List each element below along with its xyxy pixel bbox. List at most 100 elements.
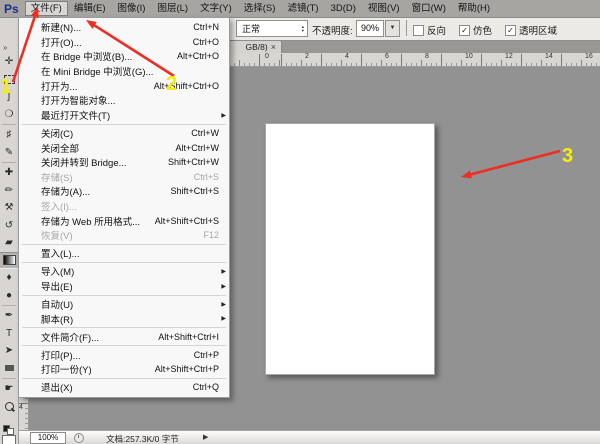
move-tool[interactable]: ✛ xyxy=(0,53,18,71)
file-menu-item-存储为 Web 所用格式...[interactable]: 存储为 Web 所用格式... Alt+Shift+Ctrl+S xyxy=(19,213,229,228)
menubar-item-窗口(W)[interactable]: 窗口(W) xyxy=(406,1,452,16)
lasso-tool[interactable]: ʃ xyxy=(0,88,18,106)
unchecked-checkbox-icon[interactable] xyxy=(413,24,424,36)
menubar-item-文件(F)[interactable]: 文件(F) xyxy=(24,1,68,16)
toolbar-separator xyxy=(2,162,16,163)
file-menu-item-打开为...[interactable]: 打开为... Alt+Shift+Ctrl+O xyxy=(19,78,229,93)
pen-tool[interactable]: ✒ xyxy=(0,307,18,325)
checkbox-透明区域[interactable]: ✓ 透明区域 xyxy=(505,23,557,37)
tab-close-icon[interactable]: × xyxy=(271,43,276,52)
dodge-tool[interactable]: ● xyxy=(0,287,18,305)
file-menu-item-在 Bridge 中浏览(B)...[interactable]: 在 Bridge 中浏览(B)... Alt+Ctrl+O xyxy=(19,49,229,64)
menubar-item-视图(V)[interactable]: 视图(V) xyxy=(362,1,406,16)
file-menu-item-导入(M)[interactable]: 导入(M) ▶ xyxy=(19,264,229,279)
file-menu-item-置入(L)...[interactable]: 置入(L)... xyxy=(19,246,229,261)
blend-mode-select[interactable]: 正常 ▴ ▾ xyxy=(236,20,308,37)
menubar-item-编辑(E)[interactable]: 编辑(E) xyxy=(68,1,112,16)
file-menu-item-打开为智能对象...[interactable]: 打开为智能对象... xyxy=(19,93,229,108)
file-menu-item-打印一份(Y)[interactable]: 打印一份(Y) Alt+Shift+Ctrl+P xyxy=(19,362,229,377)
crop-tool[interactable]: ♯ xyxy=(0,126,18,144)
menu-item-label: 签入(I)... xyxy=(41,201,77,213)
file-menu-item-脚本(R)[interactable]: 脚本(R) ▶ xyxy=(19,311,229,326)
file-menu-item-打开(O)...[interactable]: 打开(O)... Ctrl+O xyxy=(19,35,229,50)
file-menu-item-存储为(A)...[interactable]: 存储为(A)... Shift+Ctrl+S xyxy=(19,184,229,199)
file-menu-item-关闭全部[interactable]: 关闭全部 Alt+Ctrl+W xyxy=(19,140,229,155)
eyedropper-tool[interactable]: ✎ xyxy=(0,144,18,162)
menu-item-label: 导入(M) xyxy=(41,267,75,279)
file-menu-dropdown: 新建(N)... Ctrl+N 打开(O)... Ctrl+O 在 Bridge 中浏览… xyxy=(18,17,230,398)
document-size-info: 文档:257.3K/0 字节 xyxy=(106,434,179,444)
quick-select-tool[interactable]: ❍ xyxy=(0,106,18,124)
file-menu-item-文件简介(F)...[interactable]: 文件简介(F)... Alt+Shift+Ctrl+I xyxy=(19,329,229,344)
document-canvas[interactable] xyxy=(265,123,435,375)
file-menu-item-存储(S): 存储(S) Ctrl+S xyxy=(19,169,229,184)
checkbox-label: 反向 xyxy=(427,26,447,37)
menubar-item-图层(L)[interactable]: 图层(L) xyxy=(151,1,194,16)
file-menu-item-打印(P)...[interactable]: 打印(P)... Ctrl+P xyxy=(19,347,229,362)
dodge-tool-icon: ● xyxy=(5,289,13,301)
menubar-item-滤镜(T)[interactable]: 滤镜(T) xyxy=(281,1,324,16)
checked-checkbox-icon[interactable]: ✓ xyxy=(459,24,470,36)
menu-item-label: 退出(X) xyxy=(41,383,73,395)
menubar-item-文字(Y)[interactable]: 文字(Y) xyxy=(194,1,238,16)
blur-tool[interactable]: ♦ xyxy=(0,269,18,287)
file-menu-item-关闭(C)[interactable]: 关闭(C) Ctrl+W xyxy=(19,126,229,141)
submenu-arrow-icon: ▶ xyxy=(221,301,226,308)
menu-item-label: 文件简介(F)... xyxy=(41,332,100,344)
healing-brush-tool[interactable]: ✚ xyxy=(0,164,18,182)
background-color-swatch[interactable] xyxy=(7,428,14,435)
menu-item-shortcut: Shift+Ctrl+W xyxy=(167,157,219,168)
checkbox-反向[interactable]: 反向 xyxy=(413,23,446,37)
ps-logo: Ps xyxy=(4,1,19,16)
file-menu-item-在 Mini Bridge 中浏览(G)...[interactable]: 在 Mini Bridge 中浏览(G)... xyxy=(19,64,229,79)
file-menu-item-关闭并转到 Bridge...[interactable]: 关闭并转到 Bridge... Shift+Ctrl+W xyxy=(19,155,229,170)
ruler-number: 0 xyxy=(265,53,269,60)
brush-tool[interactable]: ✏ xyxy=(0,182,18,200)
menu-item-shortcut: Ctrl+P xyxy=(193,349,219,360)
hand-tool[interactable]: ☛ xyxy=(0,380,18,398)
menu-item-label: 在 Mini Bridge 中浏览(G)... xyxy=(41,67,154,79)
opacity-dropdown-button[interactable]: ▼ xyxy=(385,20,400,37)
menu-item-label: 脚本(R) xyxy=(41,314,74,326)
menubar-item-图像(I)[interactable]: 图像(I) xyxy=(112,1,152,16)
zoom-tool[interactable] xyxy=(0,398,18,416)
menubar-item-选择(S)[interactable]: 选择(S) xyxy=(238,1,282,16)
submenu-arrow-icon: ▶ xyxy=(221,283,226,290)
menu-item-label: 自动(U) xyxy=(41,299,74,311)
opacity-input[interactable]: 90% xyxy=(356,20,384,37)
menu-item-shortcut: Alt+Shift+Ctrl+S xyxy=(154,215,219,226)
menu-item-shortcut: Alt+Shift+Ctrl+P xyxy=(154,364,219,375)
submenu-arrow-icon: ▶ xyxy=(221,112,226,119)
file-menu-item-自动(U)[interactable]: 自动(U) ▶ xyxy=(19,297,229,312)
menubar-item-3D(D)[interactable]: 3D(D) xyxy=(325,1,362,16)
menu-bar: Ps 文件(F) 编辑(E) 图像(I) 图层(L) 文字(Y) 选择(S) 滤镜(T) 3D… xyxy=(0,0,600,18)
file-menu-item-退出(X)[interactable]: 退出(X) Ctrl+Q xyxy=(19,380,229,395)
status-expand-icon[interactable]: ▶ xyxy=(203,433,208,441)
file-menu-item-新建(N)...[interactable]: 新建(N)... Ctrl+N xyxy=(19,20,229,35)
marquee-tool[interactable] xyxy=(0,71,18,89)
file-menu-item-最近打开文件(T)[interactable]: 最近打开文件(T) ▶ xyxy=(19,108,229,123)
zoom-level-input[interactable]: 100% xyxy=(30,432,66,444)
shape-tool[interactable] xyxy=(0,360,18,378)
ruler-number: 16 xyxy=(585,53,593,60)
type-tool[interactable]: T xyxy=(0,325,18,343)
history-brush-tool[interactable]: ↺ xyxy=(0,217,18,235)
toolbar-separator xyxy=(2,378,16,379)
path-select-tool[interactable]: ➤ xyxy=(0,342,18,360)
clone-stamp-tool[interactable]: ⚒ xyxy=(0,199,18,217)
updown-icon: ▴ ▾ xyxy=(301,23,304,33)
menu-item-shortcut: Ctrl+O xyxy=(192,36,219,47)
menu-item-label: 打印(P)... xyxy=(41,350,81,362)
history-brush-tool-icon: ↺ xyxy=(4,219,14,231)
menu-item-label: 恢复(V) xyxy=(41,231,73,243)
file-menu-item-导出(E)[interactable]: 导出(E) ▶ xyxy=(19,279,229,294)
swatch-well[interactable] xyxy=(2,435,16,444)
menu-item-shortcut: Ctrl+W xyxy=(191,127,219,138)
quick-select-tool-icon: ❍ xyxy=(4,108,14,120)
collapse-panel-icon[interactable]: » xyxy=(3,43,8,52)
checked-checkbox-icon[interactable]: ✓ xyxy=(505,24,516,36)
menubar-item-帮助(H)[interactable]: 帮助(H) xyxy=(452,1,496,16)
gradient-tool[interactable] xyxy=(0,251,18,269)
checkbox-仿色[interactable]: ✓ 仿色 xyxy=(459,23,492,37)
eraser-tool[interactable]: ▰ xyxy=(0,234,18,252)
